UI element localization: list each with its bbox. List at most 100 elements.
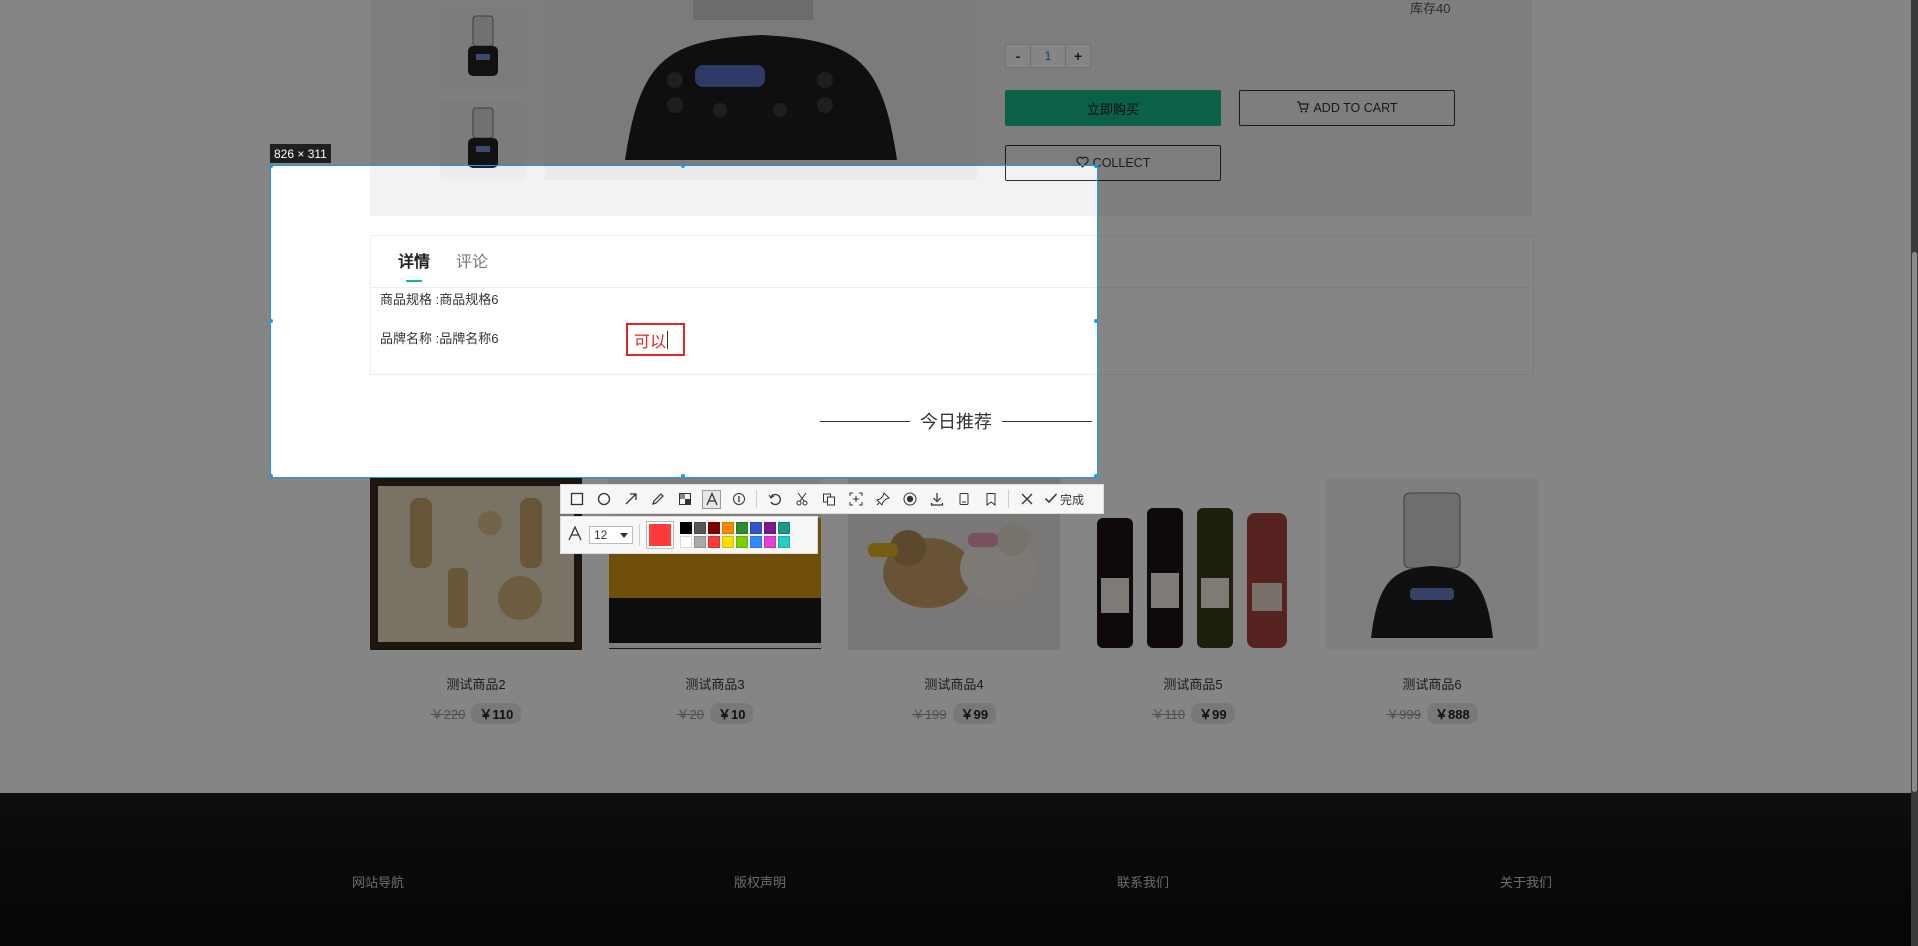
product-card-3[interactable]: 测试商品3 ￥20 ￥10 xyxy=(609,478,821,724)
resize-handle-t[interactable] xyxy=(681,164,685,168)
old-price: ￥199 xyxy=(911,707,947,722)
palette-swatch[interactable] xyxy=(708,536,720,548)
footer-link-nav[interactable]: 网站导航 xyxy=(352,872,404,891)
pencil-tool-icon[interactable] xyxy=(648,490,667,509)
palette-swatch[interactable] xyxy=(736,522,748,534)
palette-swatch[interactable] xyxy=(680,522,692,534)
record-tool-icon[interactable] xyxy=(900,490,919,509)
palette-swatch[interactable] xyxy=(750,536,762,548)
sale-price: ￥10 xyxy=(710,703,754,724)
palette-swatch[interactable] xyxy=(722,522,734,534)
product-thumbnail-1[interactable] xyxy=(440,8,526,88)
undo-tool-icon[interactable] xyxy=(765,490,784,509)
footer-link-copyright[interactable]: 版权声明 xyxy=(734,872,786,891)
ocr-tool-icon[interactable] xyxy=(819,490,838,509)
resize-handle-bl[interactable] xyxy=(269,474,273,478)
product-card-5[interactable]: 测试商品5 ￥110 ￥99 xyxy=(1087,478,1299,724)
resize-handle-br[interactable] xyxy=(1094,474,1098,478)
tab-comments[interactable]: 评论 xyxy=(456,248,488,272)
product-prices: ￥220 ￥110 xyxy=(370,703,582,724)
product-name[interactable]: 测试商品2 xyxy=(370,674,582,693)
product-card-4[interactable]: 测试商品4 ￥199 ￥99 xyxy=(848,478,1060,724)
done-button[interactable]: 完成 xyxy=(1044,491,1084,508)
qty-minus-button[interactable]: - xyxy=(1005,44,1031,68)
selection-size-badge: 826 × 311 xyxy=(270,144,331,163)
detail-tabs: 详情 评论 xyxy=(398,248,488,282)
font-size-icon xyxy=(567,524,583,546)
sale-price: ￥888 xyxy=(1427,703,1478,724)
palette-swatch[interactable] xyxy=(764,536,776,548)
product-card-6[interactable]: 测试商品6 ￥999 ￥888 xyxy=(1326,478,1538,724)
color-palette xyxy=(680,522,790,548)
rectangle-tool-icon[interactable] xyxy=(567,490,586,509)
old-price: ￥999 xyxy=(1386,707,1421,722)
mosaic-tool-icon[interactable] xyxy=(675,490,694,509)
palette-swatch[interactable] xyxy=(694,536,706,548)
buy-now-button[interactable]: 立即购买 xyxy=(1005,90,1221,126)
arrow-tool-icon[interactable] xyxy=(621,490,640,509)
cart-icon xyxy=(1296,100,1310,116)
copy-tool-icon[interactable] xyxy=(954,490,973,509)
footer-link-contact[interactable]: 联系我们 xyxy=(1117,872,1169,891)
scroll-capture-tool-icon[interactable] xyxy=(846,490,865,509)
product-name[interactable]: 测试商品5 xyxy=(1087,674,1299,693)
quantity-stepper[interactable]: - 1 + xyxy=(1005,44,1091,68)
footer-link-about[interactable]: 关于我们 xyxy=(1500,872,1552,891)
brand-row: 品牌名称 :品牌名称6 xyxy=(380,331,499,346)
serial-number-tool-icon[interactable] xyxy=(729,490,748,509)
page-scrollbar-thumb[interactable] xyxy=(1912,252,1917,792)
toolbar-separator xyxy=(1008,490,1009,508)
product-prices: ￥999 ￥888 xyxy=(1326,703,1538,724)
qty-plus-button[interactable]: + xyxy=(1065,44,1091,68)
palette-swatch[interactable] xyxy=(680,536,692,548)
old-price: ￥20 xyxy=(676,707,704,722)
cutout-tool-icon[interactable] xyxy=(792,490,811,509)
stock-label: 库存40 xyxy=(1410,1,1451,16)
palette-swatch[interactable] xyxy=(708,522,720,534)
product-prices: ￥110 ￥99 xyxy=(1087,703,1299,724)
current-color-swatch[interactable] xyxy=(646,521,674,549)
resize-handle-tl[interactable] xyxy=(269,164,273,168)
text-tool-icon[interactable] xyxy=(702,489,721,509)
resize-handle-b[interactable] xyxy=(681,474,685,478)
capture-selection-region[interactable]: 库存40 - 1 + 立即购买 ADD TO CART COLLECT 详情 评… xyxy=(271,166,1097,477)
qty-value[interactable]: 1 xyxy=(1031,44,1065,68)
palette-swatch[interactable] xyxy=(778,522,790,534)
pin-tool-icon[interactable] xyxy=(873,490,892,509)
tab-details[interactable]: 详情 xyxy=(398,248,430,282)
product-name[interactable]: 测试商品3 xyxy=(609,674,821,693)
palette-swatch[interactable] xyxy=(694,522,706,534)
save-tool-icon[interactable] xyxy=(927,490,946,509)
product-main-image xyxy=(545,0,977,180)
palette-swatch[interactable] xyxy=(764,522,776,534)
collect-label: COLLECT xyxy=(1092,156,1151,170)
product-name[interactable]: 测试商品6 xyxy=(1326,674,1538,693)
ellipse-tool-icon[interactable] xyxy=(594,490,613,509)
selection-preview: 库存40 - 1 + 立即购买 ADD TO CART COLLECT 详情 评… xyxy=(271,166,1097,477)
product-image xyxy=(370,478,582,650)
toolbar-separator xyxy=(639,524,640,546)
resize-handle-r[interactable] xyxy=(1094,319,1098,323)
product-image xyxy=(1326,478,1538,650)
sale-price: ￥99 xyxy=(952,703,997,724)
palette-swatch[interactable] xyxy=(722,536,734,548)
resize-handle-l[interactable] xyxy=(269,319,273,323)
close-icon[interactable] xyxy=(1017,490,1036,509)
palette-swatch[interactable] xyxy=(778,536,790,548)
old-price: ￥110 xyxy=(1151,707,1186,722)
product-thumbnail-2[interactable] xyxy=(440,166,526,180)
add-to-cart-button[interactable]: ADD TO CART xyxy=(1239,90,1455,126)
resize-handle-tr[interactable] xyxy=(1094,164,1098,168)
product-main-image xyxy=(545,166,977,180)
add-to-cart-label: ADD TO CART xyxy=(1313,101,1398,115)
product-name[interactable]: 测试商品4 xyxy=(848,674,1060,693)
product-card-2[interactable]: 测试商品2 ￥220 ￥110 xyxy=(370,478,582,724)
text-annotation[interactable]: 可以 xyxy=(626,323,685,356)
collect-button[interactable]: COLLECT xyxy=(1005,166,1097,181)
toolbar-separator xyxy=(756,490,757,508)
heart-icon xyxy=(1076,166,1089,171)
palette-swatch[interactable] xyxy=(736,536,748,548)
bookmark-tool-icon[interactable] xyxy=(981,490,1000,509)
palette-swatch[interactable] xyxy=(750,522,762,534)
font-size-select[interactable]: 12 xyxy=(589,526,633,544)
